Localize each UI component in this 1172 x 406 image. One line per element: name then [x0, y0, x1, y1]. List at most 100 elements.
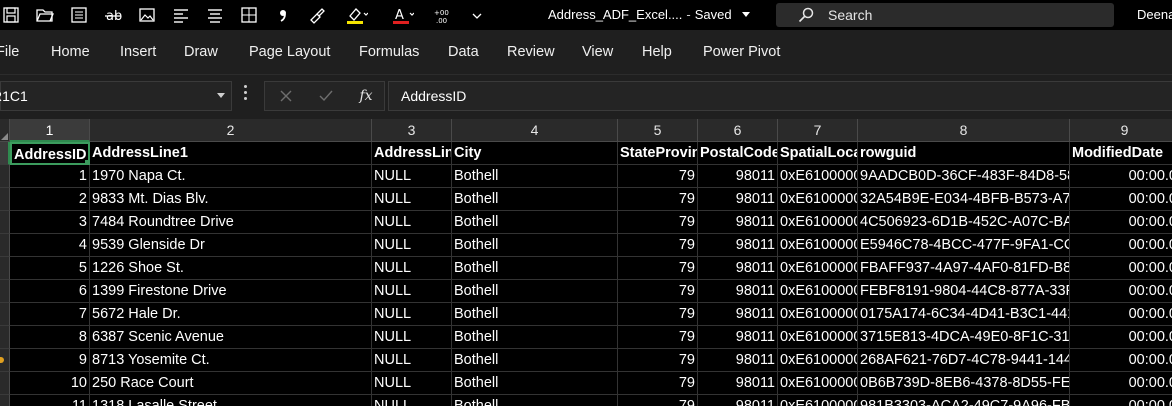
cell-spatial-location[interactable]: 0xE6100000 [778, 303, 858, 326]
tab-draw[interactable]: Draw [184, 30, 218, 74]
cell-rowguid[interactable]: 268AF621-76D7-4C78-9441-144FD139821A [858, 349, 1070, 372]
highlight-icon[interactable] [340, 6, 374, 24]
cell-postal-code[interactable]: 98011 [698, 280, 778, 303]
cell-rowguid[interactable]: E5946C78-4BCC-477F-9FA1-CC09DE16A880 [858, 234, 1070, 257]
tab-page-layout[interactable]: Page Layout [249, 30, 330, 74]
cell-postal-code[interactable]: 98011 [698, 349, 778, 372]
cell-spatial-location[interactable]: 0xE6100000 [778, 280, 858, 303]
cell-city[interactable]: Bothell [452, 211, 618, 234]
more-options-icon[interactable] [244, 85, 248, 103]
cell-address-id[interactable]: 1 [10, 165, 90, 188]
picture-icon[interactable] [136, 6, 158, 24]
more-formats-icon[interactable]: +00.00 [432, 6, 454, 24]
tab-home[interactable]: Home [51, 30, 90, 74]
cell-state-province-id[interactable]: 79 [618, 326, 698, 349]
column-header[interactable]: 6 [698, 119, 778, 142]
header-cell-modified-date[interactable]: ModifiedDate [1070, 142, 1172, 165]
tab-file[interactable]: File [0, 30, 19, 74]
header-cell-address-line2[interactable]: AddressLine2 [372, 142, 452, 165]
font-color-icon[interactable]: A [386, 6, 420, 24]
cell-address-line2[interactable]: NULL [372, 326, 452, 349]
cell-address-line2[interactable]: NULL [372, 280, 452, 303]
cell-postal-code[interactable]: 98011 [698, 211, 778, 234]
row-header[interactable] [0, 280, 10, 303]
cell-state-province-id[interactable]: 79 [618, 211, 698, 234]
cell-city[interactable]: Bothell [452, 257, 618, 280]
cell-address-line1[interactable]: 7484 Roundtree Drive [90, 211, 372, 234]
cell-address-id[interactable]: 8 [10, 326, 90, 349]
cell-state-province-id[interactable]: 79 [618, 372, 698, 395]
cell-address-line2[interactable]: NULL [372, 188, 452, 211]
cell-address-line1[interactable]: 250 Race Court [90, 372, 372, 395]
borders-icon[interactable] [238, 6, 260, 24]
cell-city[interactable]: Bothell [452, 280, 618, 303]
row-header[interactable] [0, 326, 10, 349]
column-header[interactable]: 7 [778, 119, 858, 142]
cell-modified-date[interactable]: 00:00.0 [1070, 372, 1172, 395]
cell-address-line1[interactable]: 9539 Glenside Dr [90, 234, 372, 257]
row-header[interactable] [0, 188, 10, 211]
document-title[interactable]: Address_ADF_Excel.... - Saved [548, 0, 751, 30]
cell-address-line1[interactable]: 1226 Shoe St. [90, 257, 372, 280]
cell-address-id[interactable]: 7 [10, 303, 90, 326]
column-header[interactable]: 3 [372, 119, 452, 142]
cell-address-line1[interactable]: 1318 Lasalle Street [90, 395, 372, 406]
header-cell-state-province-id[interactable]: StateProvinceID [618, 142, 698, 165]
cell-rowguid[interactable]: 32A54B9E-E034-4BFB-B573-A71CDE60D8C0 [858, 188, 1070, 211]
strikethrough-icon[interactable]: ab [102, 6, 124, 24]
customize-icon[interactable] [466, 6, 488, 24]
cell-address-line1[interactable]: 1399 Firestone Drive [90, 280, 372, 303]
column-header[interactable]: 9 [1070, 119, 1172, 142]
cell-address-id[interactable]: 11 [10, 395, 90, 406]
cell-rowguid[interactable]: 4C506923-6D1B-452C-A07C-BAA6F5B142A4 [858, 211, 1070, 234]
cancel-icon[interactable] [271, 82, 301, 110]
header-cell-rowguid[interactable]: rowguid [858, 142, 1070, 165]
cell-city[interactable]: Bothell [452, 188, 618, 211]
cell-postal-code[interactable]: 98011 [698, 372, 778, 395]
select-all-button[interactable] [0, 119, 10, 142]
cell-spatial-location[interactable]: 0xE6100000 [778, 372, 858, 395]
cell-address-id[interactable]: 2 [10, 188, 90, 211]
cell-postal-code[interactable]: 98011 [698, 234, 778, 257]
align-center-icon[interactable] [204, 6, 226, 24]
cell-postal-code[interactable]: 98011 [698, 188, 778, 211]
cell-modified-date[interactable]: 00:00.0 [1070, 211, 1172, 234]
tab-review[interactable]: Review [507, 30, 555, 74]
row-header[interactable] [0, 372, 10, 395]
cell-address-id[interactable]: 3 [10, 211, 90, 234]
cell-spatial-location[interactable]: 0xE6100000 [778, 234, 858, 257]
cell-spatial-location[interactable]: 0xE6100000 [778, 188, 858, 211]
cell-state-province-id[interactable]: 79 [618, 395, 698, 406]
cell-state-province-id[interactable]: 79 [618, 188, 698, 211]
user-name[interactable]: Deena [1137, 0, 1172, 30]
cell-city[interactable]: Bothell [452, 303, 618, 326]
cell-address-line1[interactable]: 5672 Hale Dr. [90, 303, 372, 326]
cell-address-line2[interactable]: NULL [372, 257, 452, 280]
cell-state-province-id[interactable]: 79 [618, 280, 698, 303]
column-header[interactable]: 8 [858, 119, 1070, 142]
formula-input[interactable]: AddressID [388, 81, 1172, 111]
cell-address-line2[interactable]: NULL [372, 234, 452, 257]
name-box[interactable]: R1C1 [0, 81, 232, 111]
tab-view[interactable]: View [582, 30, 613, 74]
cell-spatial-location[interactable]: 0xE6100000 [778, 165, 858, 188]
header-cell-city[interactable]: City [452, 142, 618, 165]
row-header[interactable] [0, 257, 10, 280]
cell-rowguid[interactable]: 3715E813-4DCA-49E0-8F1C-31857D21F269 [858, 326, 1070, 349]
cell-city[interactable]: Bothell [452, 372, 618, 395]
cell-modified-date[interactable]: 00:00.0 [1070, 165, 1172, 188]
column-header[interactable]: 1 [10, 119, 90, 142]
cell-modified-date[interactable]: 00:00.0 [1070, 257, 1172, 280]
cell-spatial-location[interactable]: 0xE6100000 [778, 349, 858, 372]
cell-address-id[interactable]: 10 [10, 372, 90, 395]
cell-spatial-location[interactable]: 0xE6100000 [778, 211, 858, 234]
cell-city[interactable]: Bothell [452, 395, 618, 406]
cell-modified-date[interactable]: 00:00.0 [1070, 234, 1172, 257]
column-header[interactable]: 5 [618, 119, 698, 142]
cell-address-line2[interactable]: NULL [372, 372, 452, 395]
row-header[interactable] [0, 349, 10, 372]
column-header[interactable]: 2 [90, 119, 372, 142]
cell-postal-code[interactable]: 98011 [698, 303, 778, 326]
tab-data[interactable]: Data [448, 30, 479, 74]
cell-city[interactable]: Bothell [452, 326, 618, 349]
